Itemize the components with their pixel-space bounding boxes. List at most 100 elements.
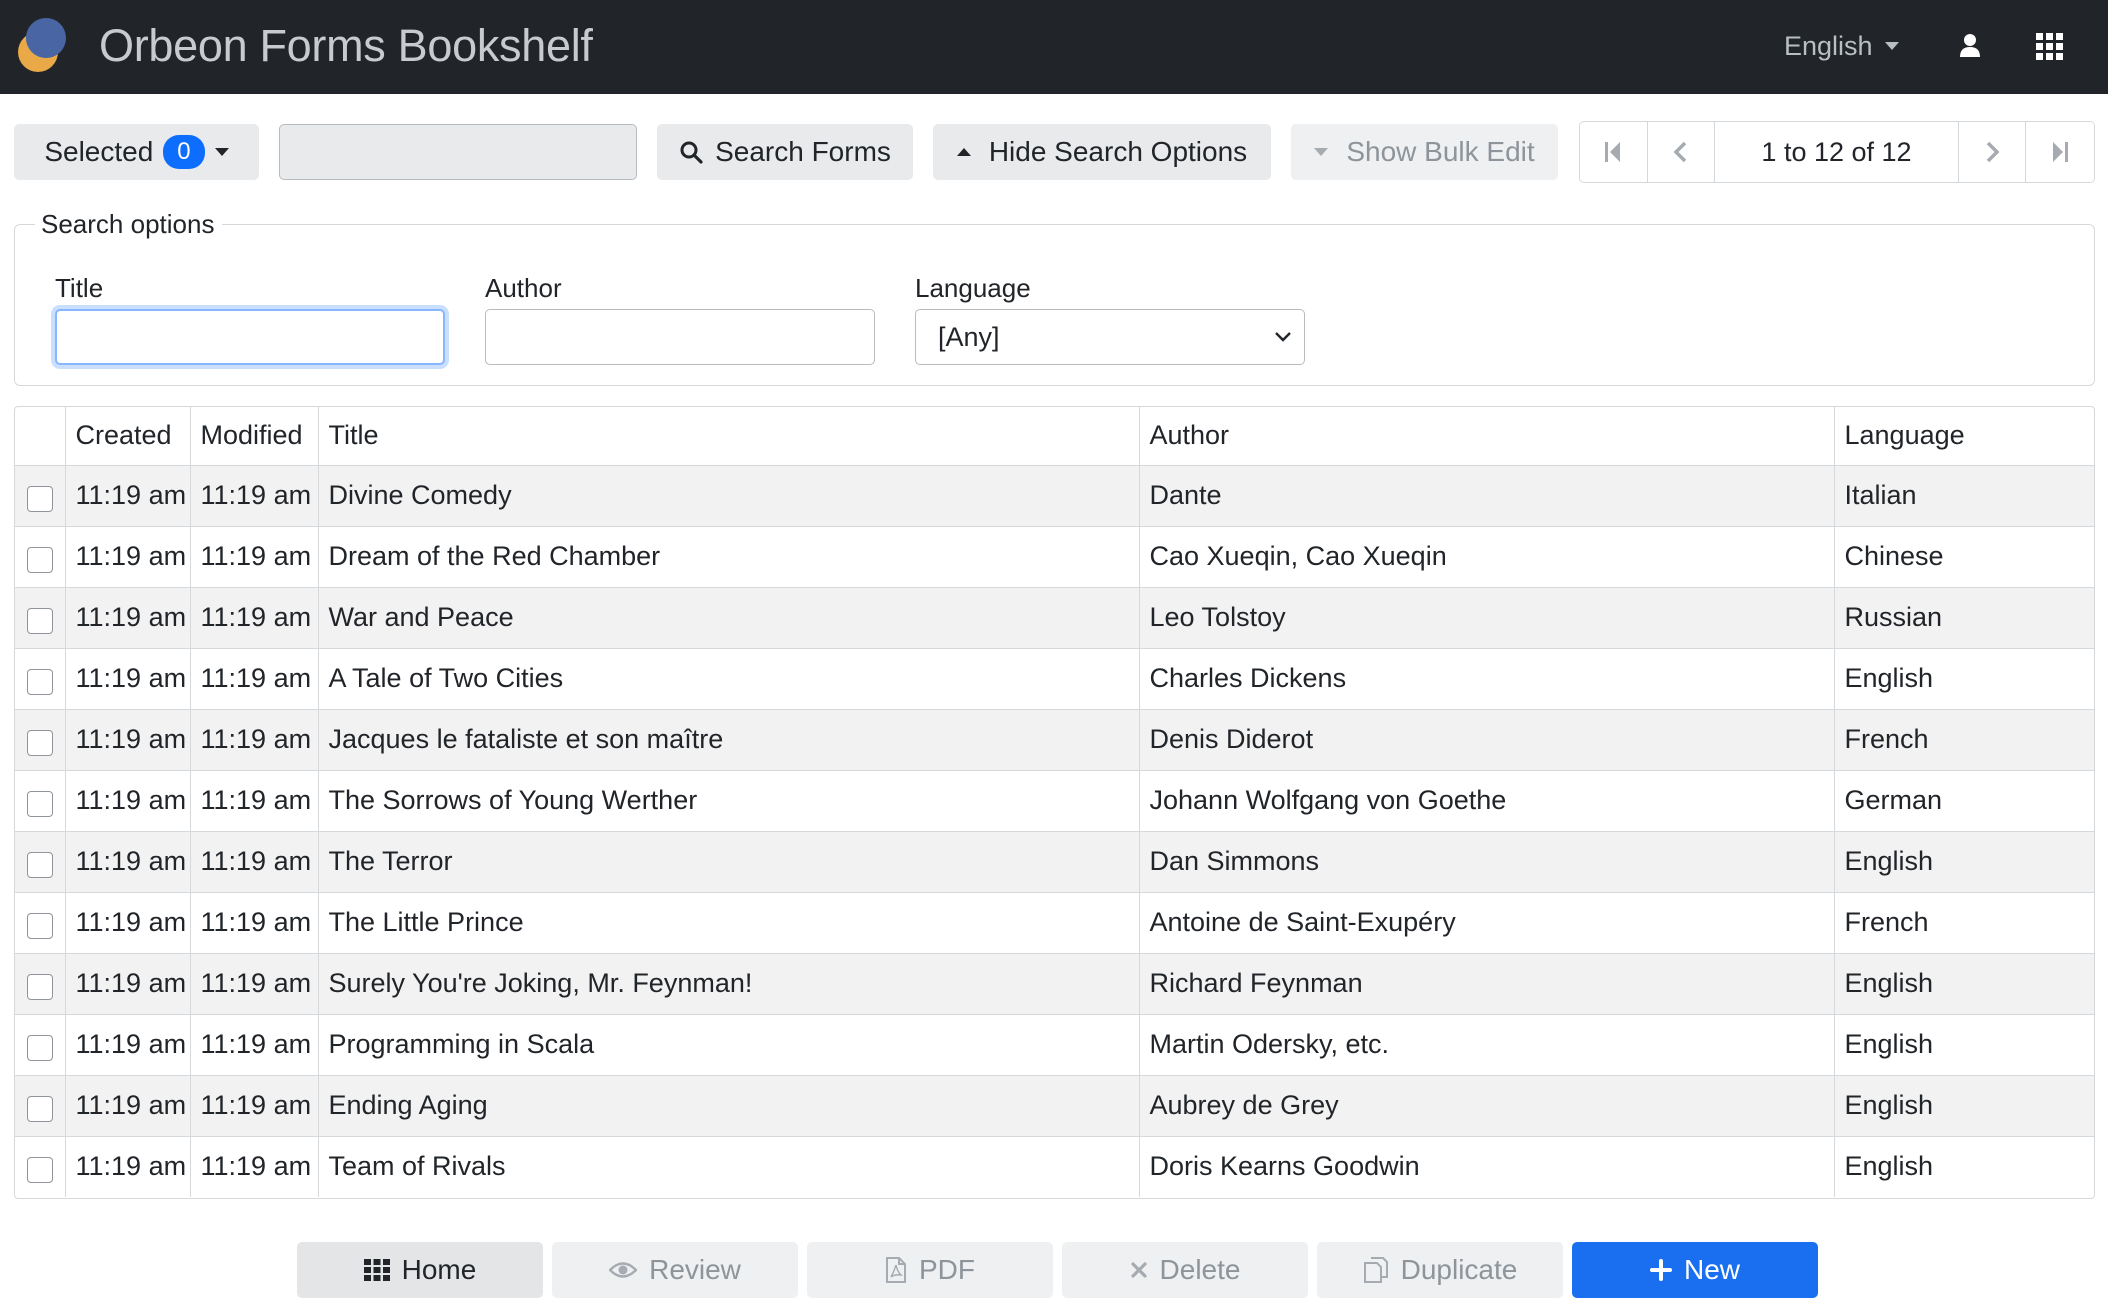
selected-label: Selected	[44, 136, 154, 167]
row-select-cell	[15, 709, 66, 771]
row-checkbox[interactable]	[26, 1157, 53, 1184]
apps-grid-icon[interactable]	[2036, 33, 2064, 61]
cell-language: Russian	[1834, 587, 2094, 649]
cell-modified: 11:19 am	[190, 526, 319, 588]
chevron-right-icon	[1986, 141, 2000, 163]
table-row[interactable]: 11:19 am 11:19 am A Tale of Two Cities C…	[15, 648, 2094, 710]
new-label: New	[1683, 1254, 1740, 1285]
cell-modified: 11:19 am	[190, 953, 319, 1015]
cell-author: Doris Kearns Goodwin	[1139, 1136, 1835, 1197]
cell-language: French	[1834, 709, 2094, 771]
cell-title: A Tale of Two Cities	[318, 648, 1140, 710]
first-page-button[interactable]	[1580, 122, 1648, 182]
row-checkbox[interactable]	[26, 973, 53, 1000]
chevron-down-icon	[1275, 332, 1291, 342]
table-row[interactable]: 11:19 am 11:19 am War and Peace Leo Tols…	[15, 587, 2094, 649]
orbeon-logo-icon	[18, 18, 66, 72]
row-select-cell	[15, 526, 66, 588]
review-button[interactable]: Review	[552, 1242, 798, 1298]
cell-title: The Little Prince	[318, 892, 1140, 954]
eye-icon	[609, 1262, 638, 1278]
cell-modified: 11:19 am	[190, 709, 319, 771]
search-forms-button[interactable]: Search Forms	[657, 124, 913, 180]
show-bulk-edit-label: Show Bulk Edit	[1346, 136, 1535, 167]
table-row[interactable]: 11:19 am 11:19 am The Sorrows of Young W…	[15, 770, 2094, 832]
caret-down-icon	[214, 148, 229, 156]
search-options-legend: Search options	[35, 209, 223, 239]
selected-dropdown-button[interactable]: Selected 0	[14, 124, 259, 180]
cell-created: 11:19 am	[65, 1136, 191, 1197]
table-row[interactable]: 11:19 am 11:19 am Divine Comedy Dante It…	[15, 465, 2094, 527]
pager-range: 1 to 12 of 12	[1715, 122, 1959, 182]
pdf-button[interactable]: PDF	[807, 1242, 1053, 1298]
language-dropdown[interactable]: English	[1784, 28, 1899, 64]
row-checkbox[interactable]	[26, 1095, 53, 1122]
header-created[interactable]: Created	[65, 407, 191, 466]
row-select-cell	[15, 1136, 66, 1197]
table-row[interactable]: 11:19 am 11:19 am Surely You're Joking, …	[15, 953, 2094, 1015]
author-field[interactable]	[485, 309, 875, 365]
duplicate-button[interactable]: Duplicate	[1317, 1242, 1563, 1298]
next-page-button[interactable]	[1959, 122, 2027, 182]
cell-modified: 11:19 am	[190, 587, 319, 649]
table-row[interactable]: 11:19 am 11:19 am Programming in Scala M…	[15, 1014, 2094, 1076]
cell-author: Cao Xueqin, Cao Xueqin	[1139, 526, 1835, 588]
header-title[interactable]: Title	[318, 407, 1140, 466]
user-icon[interactable]	[1956, 32, 1984, 60]
row-checkbox[interactable]	[26, 790, 53, 817]
hide-search-options-button[interactable]: Hide Search Options	[933, 124, 1271, 180]
caret-up-icon	[956, 148, 971, 156]
row-checkbox[interactable]	[26, 729, 53, 756]
row-checkbox[interactable]	[26, 546, 53, 573]
top-navbar: Orbeon Forms Bookshelf English	[0, 0, 2108, 94]
row-checkbox[interactable]	[26, 912, 53, 939]
hide-search-options-label: Hide Search Options	[988, 136, 1248, 167]
header-author[interactable]: Author	[1139, 407, 1835, 466]
previous-page-button[interactable]	[1648, 122, 1716, 182]
cell-modified: 11:19 am	[190, 770, 319, 832]
review-label: Review	[649, 1254, 741, 1285]
table-row[interactable]: 11:19 am 11:19 am Dream of the Red Chamb…	[15, 526, 2094, 588]
row-checkbox[interactable]	[26, 607, 53, 634]
search-input[interactable]	[279, 124, 637, 180]
cell-language: English	[1834, 648, 2094, 710]
pdf-file-icon	[886, 1257, 906, 1283]
row-checkbox[interactable]	[26, 851, 53, 878]
row-select-cell	[15, 1014, 66, 1076]
row-checkbox[interactable]	[26, 668, 53, 695]
cell-language: English	[1834, 953, 2094, 1015]
cell-author: Aubrey de Grey	[1139, 1075, 1835, 1137]
caret-down-icon	[1314, 148, 1329, 156]
table-row[interactable]: 11:19 am 11:19 am The Terror Dan Simmons…	[15, 831, 2094, 893]
home-button[interactable]: Home	[297, 1242, 543, 1298]
row-select-cell	[15, 831, 66, 893]
search-options-panel: Search options Title Author Language [An…	[14, 209, 2095, 386]
cell-title: Divine Comedy	[318, 465, 1140, 527]
table-row[interactable]: 11:19 am 11:19 am Ending Aging Aubrey de…	[15, 1075, 2094, 1137]
cell-created: 11:19 am	[65, 831, 191, 893]
home-label: Home	[401, 1254, 477, 1285]
cell-created: 11:19 am	[65, 648, 191, 710]
language-select[interactable]: [Any]	[915, 309, 1305, 365]
grid-icon	[363, 1259, 390, 1281]
table-row[interactable]: 11:19 am 11:19 am Jacques le fataliste e…	[15, 709, 2094, 771]
row-checkbox[interactable]	[26, 1034, 53, 1061]
row-select-cell	[15, 953, 66, 1015]
cell-author: Leo Tolstoy	[1139, 587, 1835, 649]
table-row[interactable]: 11:19 am 11:19 am The Little Prince Anto…	[15, 892, 2094, 954]
show-bulk-edit-button[interactable]: Show Bulk Edit	[1291, 124, 1558, 180]
new-button[interactable]: New	[1572, 1242, 1818, 1298]
table-row[interactable]: 11:19 am 11:19 am Team of Rivals Doris K…	[15, 1136, 2094, 1197]
row-select-cell	[15, 1075, 66, 1137]
header-language[interactable]: Language	[1834, 407, 2094, 466]
title-field[interactable]	[55, 309, 445, 365]
row-checkbox[interactable]	[26, 485, 53, 512]
cell-title: Team of Rivals	[318, 1136, 1140, 1197]
cell-created: 11:19 am	[65, 526, 191, 588]
header-modified[interactable]: Modified	[190, 407, 319, 466]
cell-created: 11:19 am	[65, 465, 191, 527]
last-page-button[interactable]	[2026, 122, 2094, 182]
cell-language: German	[1834, 770, 2094, 832]
chevron-left-icon	[1673, 141, 1687, 163]
delete-button[interactable]: Delete	[1062, 1242, 1308, 1298]
